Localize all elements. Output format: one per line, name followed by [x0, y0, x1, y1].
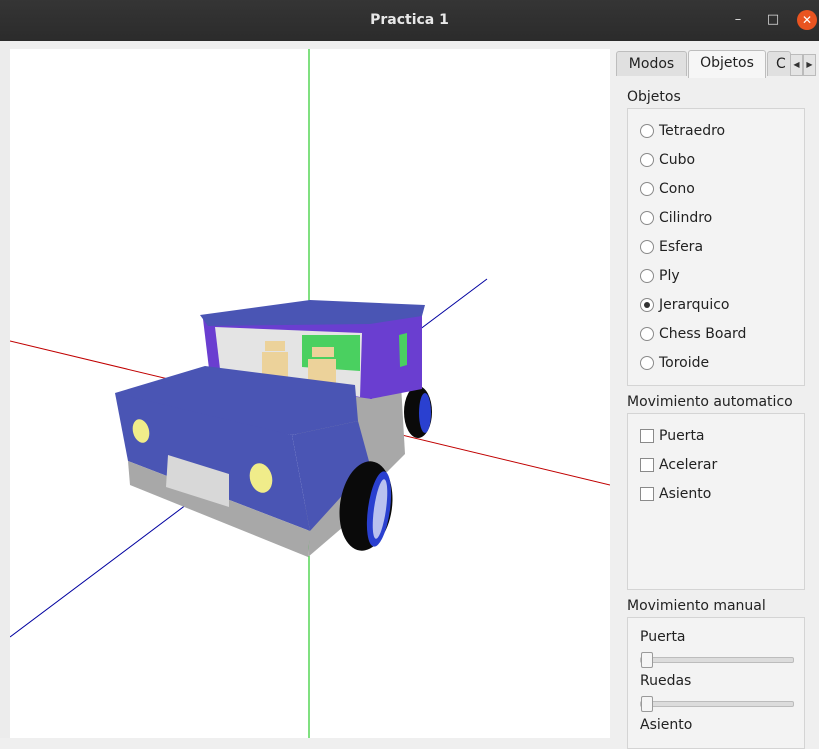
slider-puerta[interactable] — [640, 652, 794, 668]
tab-scroll-left-icon[interactable]: ◀ — [790, 54, 803, 76]
jeep-model — [115, 300, 432, 557]
radio-circle-icon — [640, 182, 654, 196]
tab-modos[interactable]: Modos — [616, 51, 687, 76]
objetos-group: Tetraedro Cubo Cono Cilindro Esfera Ply … — [627, 108, 805, 386]
slider-label-asiento: Asiento — [640, 717, 693, 733]
movimiento-automatico-title: Movimiento automatico — [627, 394, 793, 410]
radio-circle-icon — [640, 269, 654, 283]
gl-viewport[interactable] — [10, 49, 610, 738]
tab-scroll-right-icon[interactable]: ▶ — [803, 54, 816, 76]
maximize-button[interactable]: □ — [763, 10, 783, 30]
radio-circle-icon — [640, 240, 654, 254]
slider-handle[interactable] — [641, 652, 653, 668]
movimiento-manual-group: Puerta Ruedas Asiento — [627, 617, 805, 749]
slider-label-puerta: Puerta — [640, 629, 686, 645]
radio-circle-icon — [640, 153, 654, 167]
slider-ruedas[interactable] — [640, 696, 794, 712]
radio-circle-icon — [640, 327, 654, 341]
tab-bar: Modos Objetos C ◀ ▶ — [616, 50, 819, 78]
radio-selected-icon — [640, 298, 654, 312]
slider-handle[interactable] — [641, 696, 653, 712]
checkbox-icon — [640, 458, 654, 472]
radio-circle-icon — [640, 356, 654, 370]
title-bar: Practica 1 – □ ✕ — [0, 0, 819, 41]
checkbox-icon — [640, 429, 654, 443]
radio-circle-icon — [640, 124, 654, 138]
minimize-button[interactable]: – — [728, 10, 748, 30]
objetos-title: Objetos — [627, 89, 681, 105]
window-border — [0, 41, 10, 738]
radio-circle-icon — [640, 211, 654, 225]
side-window — [399, 333, 407, 367]
tab-objetos[interactable]: Objetos — [688, 50, 766, 78]
close-button[interactable]: ✕ — [797, 10, 817, 30]
window-title: Practica 1 — [370, 12, 449, 28]
movimiento-manual-title: Movimiento manual — [627, 598, 766, 614]
movimiento-automatico-group: Puerta Acelerar Asiento — [627, 413, 805, 590]
slider-label-ruedas: Ruedas — [640, 673, 692, 689]
scene-canvas — [10, 49, 610, 738]
control-panel: Modos Objetos C ◀ ▶ Objetos Tetraedro Cu… — [610, 41, 819, 749]
checkbox-icon — [640, 487, 654, 501]
tab-c[interactable]: C — [767, 51, 791, 76]
